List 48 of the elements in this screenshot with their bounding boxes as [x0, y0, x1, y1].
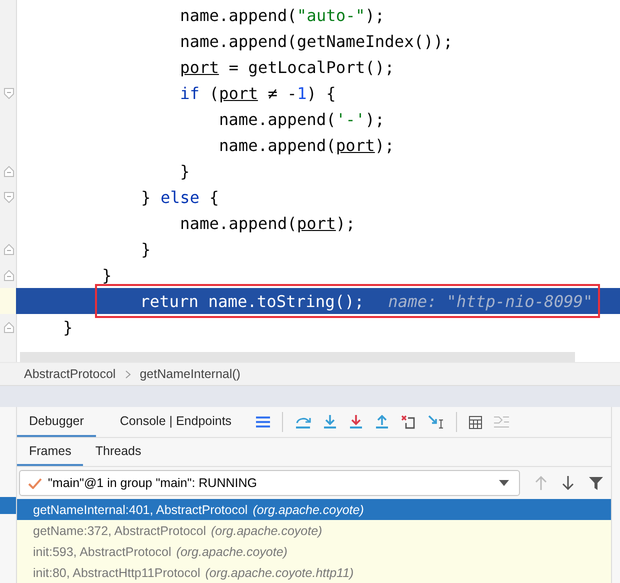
step-into-icon[interactable] — [348, 415, 363, 429]
fold-icon[interactable] — [4, 270, 14, 280]
dropdown-arrow-icon — [499, 480, 509, 486]
code-line: } else { — [140, 188, 219, 206]
breadcrumb-item[interactable]: getNameInternal() — [140, 367, 240, 382]
inline-value-hint: name: "http-nio-8099" — [388, 292, 593, 310]
step-out-icon[interactable] — [374, 415, 389, 429]
run-to-cursor-icon[interactable] — [428, 415, 444, 429]
fold-icon[interactable] — [4, 88, 14, 98]
code-line: return name.toString(); — [138, 292, 364, 310]
code-line: name.append(port); — [218, 136, 394, 154]
filter-icon[interactable] — [589, 476, 603, 490]
fold-icon[interactable] — [4, 192, 14, 202]
code-line: name.append(port); — [178, 214, 356, 232]
fold-icon[interactable] — [4, 322, 14, 332]
code-line: port = getLocalPort(); — [178, 58, 394, 76]
scrollbar[interactable] — [20, 352, 575, 362]
stack-frame-row[interactable]: init:80, AbstractHttp11Protocol (org.apache.coyote.http11) — [17, 562, 611, 583]
step-into-icon[interactable] — [322, 415, 337, 429]
frames-tab[interactable]: Threads — [83, 438, 154, 466]
code-line: if (port ≠ -1) { — [178, 84, 336, 102]
up-arrow-icon[interactable] — [535, 476, 547, 490]
down-arrow-icon[interactable] — [562, 476, 574, 490]
frames-tab[interactable]: Frames — [17, 438, 84, 466]
code-line: name.append(getNameIndex()); — [178, 32, 453, 50]
fold-icon[interactable] — [4, 244, 14, 254]
drop-frame-icon[interactable] — [400, 415, 416, 429]
calculator-icon[interactable] — [468, 416, 482, 428]
stack-frame-row[interactable]: getNameInternal:401, AbstractProtocol (org.apache.coyote) — [17, 499, 611, 520]
code-line: } — [100, 266, 112, 284]
chevron-icon — [124, 370, 131, 379]
selection-marker — [0, 497, 16, 514]
code-line: name.append("auto-"); — [178, 6, 385, 24]
check-icon — [28, 478, 42, 488]
menu-icon[interactable] — [256, 416, 270, 428]
code-line: } — [178, 162, 190, 180]
stack-frame-row[interactable]: init:593, AbstractProtocol (org.apache.coyote) — [17, 541, 611, 562]
fold-icon[interactable] — [4, 166, 14, 176]
step-over-icon[interactable] — [294, 415, 311, 429]
code-line: name.append('-'); — [218, 110, 385, 128]
trace-icon[interactable] — [494, 416, 509, 428]
code-line: } — [63, 318, 73, 336]
breadcrumb-item[interactable]: AbstractProtocol — [24, 367, 116, 382]
thread-dropdown[interactable]: "main"@1 in group "main": RUNNING — [19, 470, 520, 496]
stack-frame-row[interactable]: getName:372, AbstractProtocol (org.apache.coyote) — [17, 520, 611, 541]
debugger-tab[interactable]: Console | Endpoints — [108, 407, 244, 437]
code-line: } — [140, 240, 151, 258]
debugger-tab[interactable]: Debugger — [17, 407, 96, 437]
